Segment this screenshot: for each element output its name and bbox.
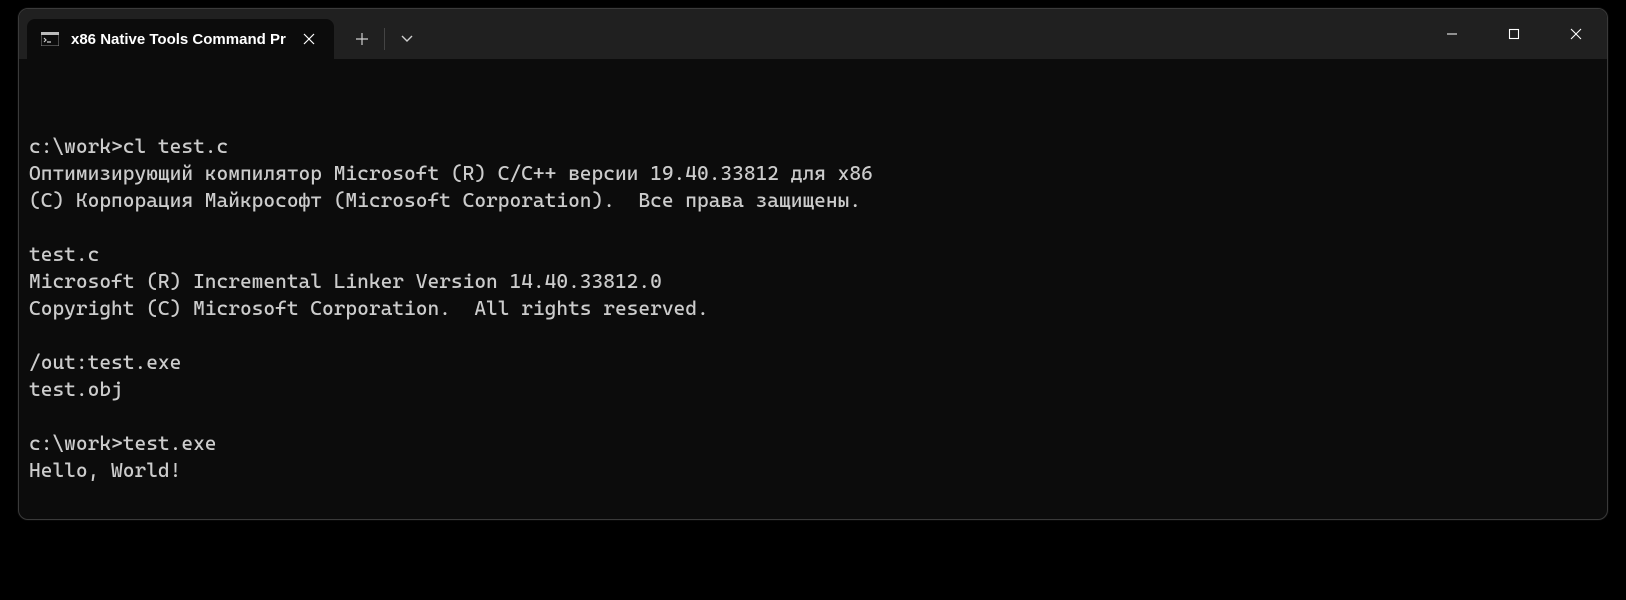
- tab-close-button[interactable]: [298, 28, 320, 50]
- terminal-line: Microsoft (R) Incremental Linker Version…: [29, 268, 1597, 295]
- terminal-line: c:\work>test.exe: [29, 430, 1597, 457]
- maximize-button[interactable]: [1483, 9, 1545, 59]
- tab-active[interactable]: x86 Native Tools Command Pr: [27, 19, 334, 59]
- tab-title: x86 Native Tools Command Pr: [71, 31, 286, 48]
- maximize-icon: [1508, 28, 1520, 40]
- minimize-button[interactable]: [1421, 9, 1483, 59]
- titlebar[interactable]: x86 Native Tools Command Pr: [19, 9, 1607, 59]
- terminal-window: x86 Native Tools Command Pr: [18, 8, 1608, 520]
- minimize-icon: [1446, 28, 1458, 40]
- chevron-down-icon: [401, 35, 413, 43]
- terminal-line: [29, 322, 1597, 349]
- terminal-line: (C) Корпорация Майкрософт (Microsoft Cor…: [29, 187, 1597, 214]
- terminal-line: Hello, World!: [29, 457, 1597, 484]
- cmd-icon: [41, 30, 59, 48]
- close-button[interactable]: [1545, 9, 1607, 59]
- terminal-line: c:\work>cl test.c: [29, 133, 1597, 160]
- window-controls: [1421, 9, 1607, 59]
- tabs-area: x86 Native Tools Command Pr: [19, 9, 429, 59]
- close-icon: [303, 33, 315, 45]
- tab-dropdown-button[interactable]: [385, 19, 429, 59]
- close-icon: [1570, 28, 1582, 40]
- terminal-line: [29, 214, 1597, 241]
- terminal-output: c:\work>cl test.cОптимизирующий компилят…: [29, 133, 1597, 484]
- terminal-line: [29, 403, 1597, 430]
- tab-actions: [340, 19, 429, 59]
- terminal-line: Оптимизирующий компилятор Microsoft (R) …: [29, 160, 1597, 187]
- terminal-line: /out:test.exe: [29, 349, 1597, 376]
- new-tab-button[interactable]: [340, 19, 384, 59]
- terminal-line: test.c: [29, 241, 1597, 268]
- terminal-line: Copyright (C) Microsoft Corporation. All…: [29, 295, 1597, 322]
- plus-icon: [356, 33, 368, 45]
- terminal-line: test.obj: [29, 376, 1597, 403]
- terminal-content[interactable]: c:\work>cl test.cОптимизирующий компилят…: [19, 59, 1607, 519]
- titlebar-drag-area[interactable]: [429, 9, 1421, 59]
